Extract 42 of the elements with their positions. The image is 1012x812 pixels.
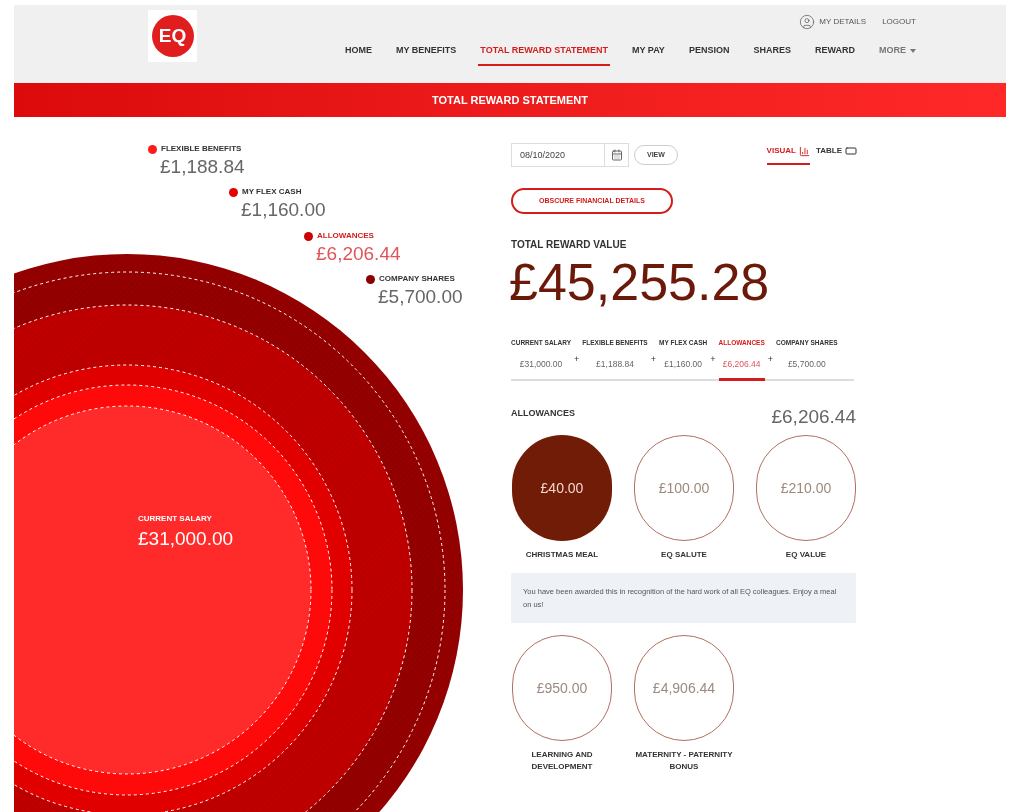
calendar-button[interactable] — [605, 143, 629, 167]
view-mode-tab[interactable]: TABLE — [815, 145, 857, 165]
nav-tab[interactable]: MY PAY — [630, 44, 667, 66]
total-label: TOTAL REWARD VALUE — [511, 238, 628, 252]
allowance-label: CHRISTMAS MEAL — [525, 549, 599, 561]
allowance-label: EQ SALUTE — [661, 549, 707, 561]
plus-sign: + — [766, 353, 775, 366]
legend-label: MY FLEX CASH — [242, 186, 302, 198]
total-value: £45,255.28 — [509, 252, 771, 312]
calendar-icon — [610, 149, 623, 161]
nav-tab[interactable]: PENSION — [686, 44, 732, 66]
plus-sign: + — [573, 353, 581, 366]
banner-title: TOTAL REWARD STATEMENT — [432, 92, 588, 108]
date-field[interactable]: 08/10/2020 — [511, 143, 605, 167]
center-value: £31,000.00 — [138, 527, 234, 551]
user-icon — [799, 14, 816, 30]
my-details-link[interactable]: MY DETAILS — [799, 14, 867, 30]
legend-label: COMPANY SHARES — [379, 273, 455, 285]
nav-tab[interactable]: MORE — [876, 44, 918, 66]
nav-tab[interactable]: REWARD — [812, 44, 857, 66]
table-icon — [845, 145, 857, 157]
legend-label: FLEXIBLE BENEFITS — [161, 143, 242, 155]
legend-value: £6,206.44 — [316, 242, 401, 266]
allowances-title: ALLOWANCES — [511, 406, 575, 420]
legend-value: £1,160.00 — [241, 198, 326, 222]
allowance-label: MATERNITY - PATERNITY BONUS — [634, 749, 734, 773]
legend-value: £5,700.00 — [378, 285, 463, 309]
legend-label: ALLOWANCES — [317, 230, 374, 242]
plus-sign: + — [709, 353, 717, 366]
view-mode-tab[interactable]: VISUAL — [766, 145, 810, 165]
nav-tab[interactable]: SHARES — [751, 44, 793, 66]
nav-tab[interactable]: HOME — [343, 44, 374, 66]
allowance-label: EQ VALUE — [785, 549, 827, 561]
nav-tab[interactable]: MY BENEFITS — [394, 44, 459, 66]
legend-value: £1,188.84 — [160, 155, 245, 179]
bar-chart-icon — [798, 145, 810, 157]
nav-tab[interactable]: TOTAL REWARD STATEMENT — [478, 44, 610, 66]
allowances-total: £6,206.44 — [771, 404, 856, 429]
plus-sign: + — [649, 353, 657, 366]
allowance-label: LEARNING AND DEVELOPMENT — [530, 749, 594, 773]
logout-link[interactable]: LOGOUT — [882, 16, 916, 28]
center-label: CURRENT SALARY — [138, 513, 213, 525]
